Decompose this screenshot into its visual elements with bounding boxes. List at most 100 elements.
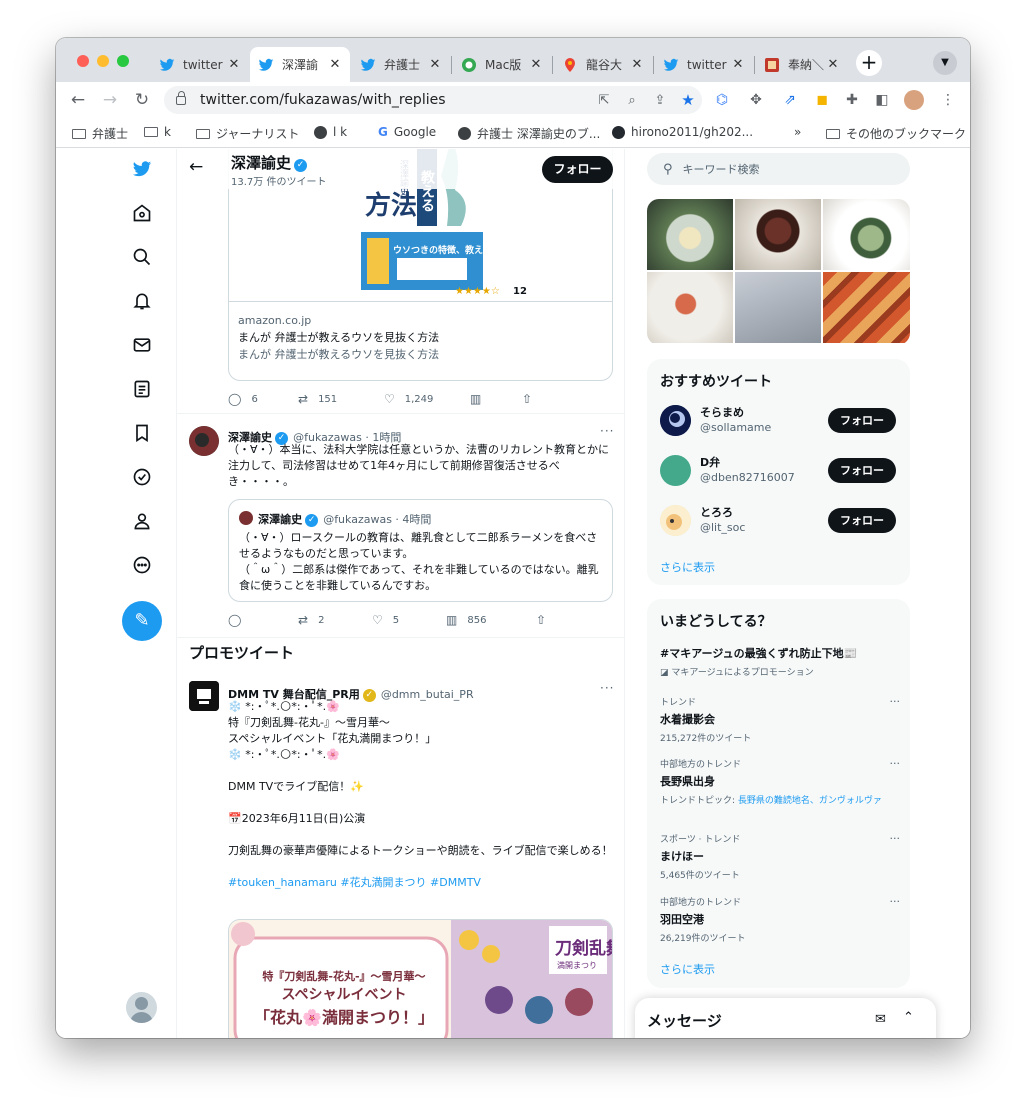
follow-button[interactable]: フォロー xyxy=(828,408,896,433)
trend-item[interactable]: スポーツ · トレンド まけほー 5,465件のツイート ··· xyxy=(660,832,900,881)
share-extension-icon[interactable]: ⇗ xyxy=(780,90,800,110)
binoculars-extension-icon[interactable]: ⌬ xyxy=(712,90,732,110)
tweet[interactable]: 深澤諭史 ✓ @fukazawas · 1時間 ··· （・∀・）本当に、法科大学… xyxy=(177,413,624,637)
trend-item[interactable]: トレンド 水着撮影会 215,272件のツイート ··· xyxy=(660,695,900,744)
tab-close-icon[interactable]: ✕ xyxy=(328,57,342,72)
show-more-link[interactable]: さらに表示 xyxy=(660,559,715,575)
follow-suggestion[interactable]: D弁 @dben82716007 フォロー xyxy=(660,453,900,489)
share-button[interactable]: ⇧ xyxy=(536,613,556,627)
food-photo[interactable] xyxy=(647,272,733,343)
trend-item[interactable]: 中部地方のトレンド 羽田空港 26,219件のツイート ··· xyxy=(660,895,900,944)
profile-avatar[interactable] xyxy=(904,90,924,110)
tab-1[interactable]: twitter ✕ xyxy=(151,47,249,82)
dmm-avatar[interactable] xyxy=(189,681,219,711)
expand-chevron-icon[interactable]: ⌃ xyxy=(903,1010,914,1025)
compose-tweet-button[interactable]: ✎ xyxy=(122,601,162,641)
bookmark-link[interactable]: G Google xyxy=(378,125,436,139)
retweet-button[interactable]: ⇄ 2 xyxy=(298,613,372,627)
retweet-button[interactable]: ⇄ 151 xyxy=(298,392,384,406)
back-arrow-icon[interactable]: ← xyxy=(66,88,90,112)
move-extension-icon[interactable]: ✥ xyxy=(746,90,766,110)
home-icon[interactable] xyxy=(131,203,153,225)
tab-6[interactable]: twitter ✕ xyxy=(655,47,753,82)
open-in-app-icon[interactable]: ⇱ xyxy=(590,93,618,108)
browser-menu-icon[interactable]: ⋮ xyxy=(938,90,958,110)
tab-close-icon[interactable]: ✕ xyxy=(826,57,840,72)
more-dots-icon[interactable]: ··· xyxy=(890,757,901,770)
share-button[interactable]: ⇧ xyxy=(522,392,542,406)
table-photo[interactable] xyxy=(735,272,821,343)
profile-person-icon[interactable] xyxy=(131,511,153,533)
explore-search-icon[interactable] xyxy=(131,247,153,269)
media-grid[interactable] xyxy=(647,199,910,345)
reload-icon[interactable]: ↻ xyxy=(130,88,154,112)
other-bookmarks[interactable]: その他のブックマーク xyxy=(826,125,966,142)
author-avatar[interactable] xyxy=(189,426,219,456)
bookmark-folder[interactable]: ジャーナリスト xyxy=(196,125,299,142)
trend-topics-links[interactable]: 長野県の難読地名、ガンヴォルヴァ xyxy=(738,796,882,806)
promo-hashtags[interactable]: #touken_hanamaru #花丸満開まつり #DMMTV xyxy=(228,875,613,891)
twitter-logo-icon[interactable] xyxy=(131,159,153,181)
bookmark-link[interactable]: l k xyxy=(314,125,347,139)
tab-close-icon[interactable]: ✕ xyxy=(227,57,241,72)
trend-item[interactable]: 中部地方のトレンド 長野県出身 トレンドトピック: 長野県の難読地名、ガンヴォル… xyxy=(660,757,900,806)
quoted-tweet[interactable]: 深澤諭史 ✓ @fukazawas · 4時間 （・∀・）ロースクールの教育は、離… xyxy=(228,499,613,602)
bookmarks-icon[interactable] xyxy=(131,423,153,445)
user-avatar[interactable] xyxy=(660,405,691,436)
more-dots-icon[interactable]: ··· xyxy=(890,695,901,708)
verified-badge-icon[interactable] xyxy=(131,467,153,489)
reply-button[interactable]: ◯ 6 xyxy=(228,392,298,406)
bookmark-folder[interactable]: k xyxy=(144,125,171,139)
tab-3[interactable]: 弁護士 ✕ xyxy=(352,47,450,82)
back-arrow-icon[interactable]: ← xyxy=(189,157,203,177)
zoom-icon[interactable]: ⌕ xyxy=(618,93,646,108)
promoted-trend[interactable]: #マキアージュの最強くずれ防止下地📰 ◪ マキアージュによるプロモーション xyxy=(660,645,900,678)
more-dots-icon[interactable]: ··· xyxy=(890,895,901,908)
promo-image[interactable]: 刀剣乱舞 満開まつり 特『刀剣乱舞-花丸-』〜雪月華〜 スペシャルイベント 「花… xyxy=(228,919,613,1038)
like-button[interactable]: ♡ 5 xyxy=(372,613,446,627)
url-text[interactable]: twitter.com/fukazawas/with_replies xyxy=(200,92,590,108)
analytics-button[interactable]: ▥ xyxy=(470,392,522,406)
bookmark-link[interactable]: hirono2011/gh202... xyxy=(612,125,753,139)
reply-button[interactable]: ◯ xyxy=(228,613,298,627)
forward-arrow-icon[interactable]: → xyxy=(98,88,122,112)
user-name[interactable]: D弁 xyxy=(700,454,720,470)
tab-7[interactable]: 奉納＼ ✕ xyxy=(756,47,848,82)
user-avatar[interactable] xyxy=(660,505,691,536)
share-icon[interactable]: ⇪ xyxy=(646,93,674,108)
follow-button[interactable]: フォロー xyxy=(828,508,896,533)
lock-icon[interactable] xyxy=(176,90,186,105)
bookmark-folder[interactable]: 弁護士 xyxy=(72,125,128,142)
zoom-window-button[interactable] xyxy=(117,55,129,67)
food-photo[interactable] xyxy=(647,199,733,270)
tab-close-icon[interactable]: ✕ xyxy=(529,57,543,72)
new-tab-button[interactable]: + xyxy=(856,50,882,76)
tab-5[interactable]: 龍谷大 ✕ xyxy=(554,47,652,82)
follow-button[interactable]: フォロー xyxy=(542,156,613,183)
lists-icon[interactable] xyxy=(131,379,153,401)
tab-2-active[interactable]: 深澤諭 ✕ xyxy=(250,47,350,82)
notifications-bell-icon[interactable] xyxy=(131,291,153,313)
side-panel-icon[interactable]: ◧ xyxy=(872,90,892,110)
like-button[interactable]: ♡ 1,249 xyxy=(384,392,470,406)
new-message-icon[interactable]: ✉ xyxy=(875,1012,886,1027)
tab-close-icon[interactable]: ✕ xyxy=(630,57,644,72)
minimize-window-button[interactable] xyxy=(97,55,109,67)
close-window-button[interactable] xyxy=(77,55,89,67)
extensions-puzzle-icon[interactable]: ✚ xyxy=(842,90,862,110)
bookmarks-overflow-button[interactable]: » xyxy=(794,125,801,139)
more-circle-icon[interactable] xyxy=(131,555,153,577)
tab-search-chevron-icon[interactable]: ▼ xyxy=(933,51,957,75)
messages-drawer[interactable]: メッセージ ✉ ⌃ xyxy=(635,998,936,1038)
follow-suggestion[interactable]: とろろ @lit_soc フォロー xyxy=(660,503,900,539)
food-photo[interactable] xyxy=(823,272,910,343)
user-avatar[interactable] xyxy=(660,455,691,486)
messages-envelope-icon[interactable] xyxy=(131,335,153,357)
show-more-link[interactable]: さらに表示 xyxy=(660,961,715,977)
views-button[interactable]: ▥ 856 xyxy=(446,613,536,627)
account-avatar[interactable] xyxy=(126,992,157,1023)
bookmark-star-icon[interactable]: ★ xyxy=(674,91,702,109)
food-photo[interactable] xyxy=(735,199,821,270)
tab-4[interactable]: Mac版 ✕ xyxy=(453,47,551,82)
follow-button[interactable]: フォロー xyxy=(828,458,896,483)
